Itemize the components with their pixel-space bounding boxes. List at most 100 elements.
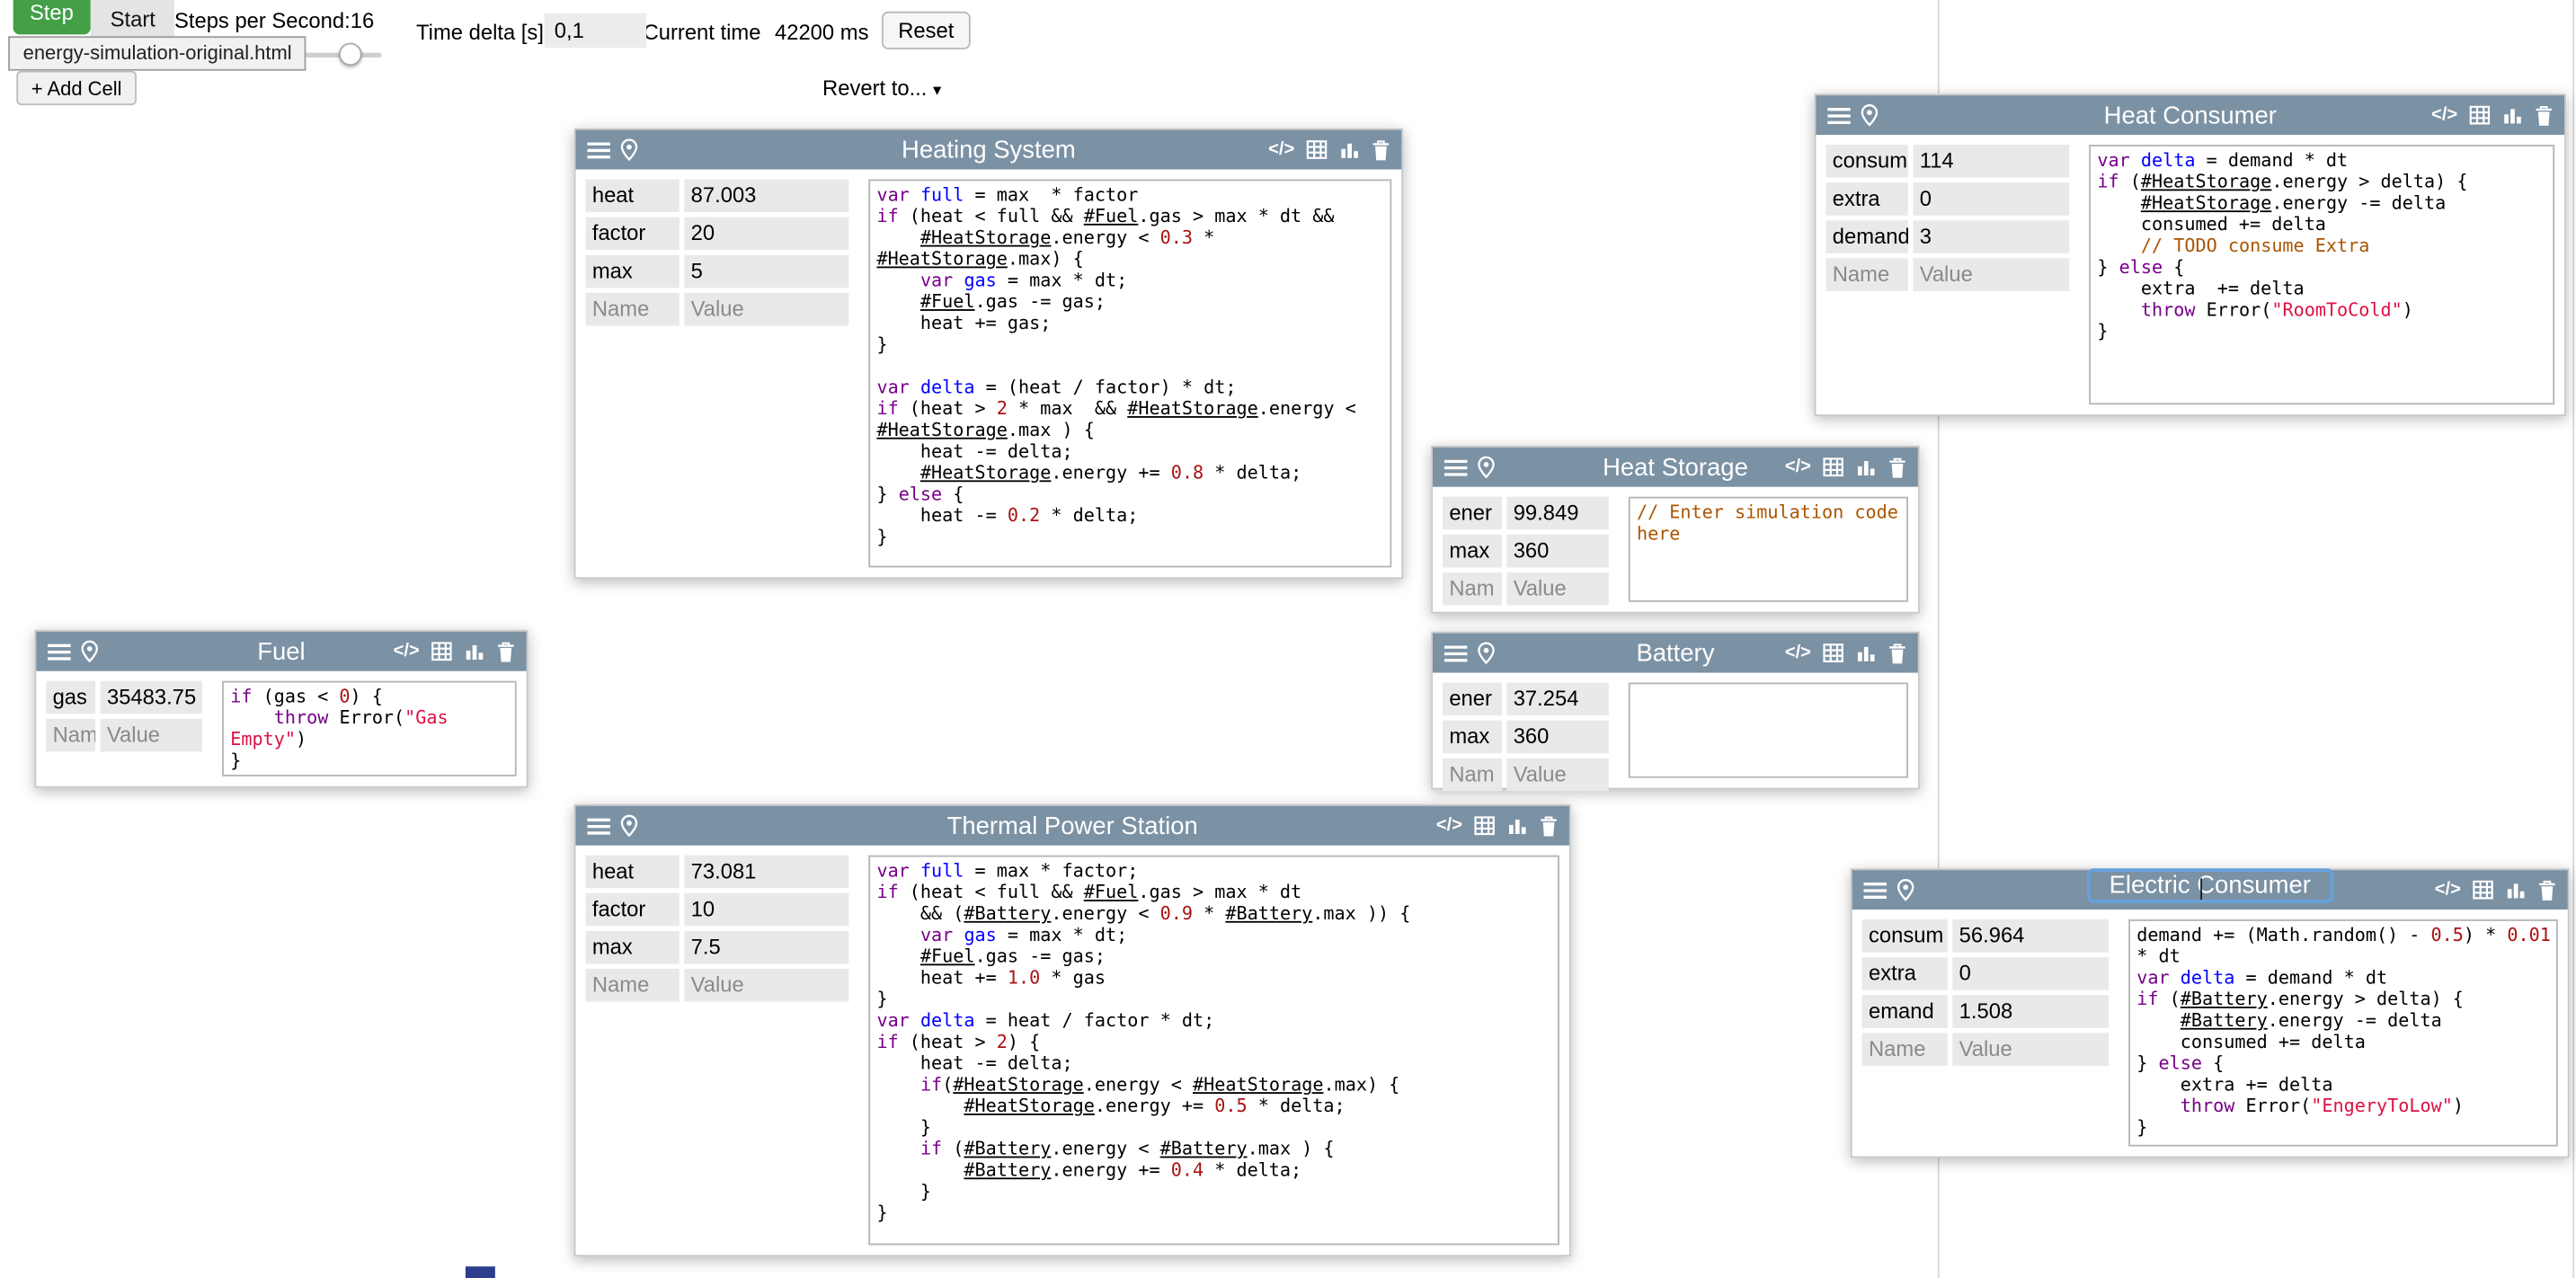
code-editor[interactable]: if (gas < 0) { throw Error("GasEmpty")} [222,681,517,777]
reset-button[interactable]: Reset [882,12,971,49]
trash-icon[interactable] [1372,139,1390,161]
field-value-input[interactable]: Value [1913,258,2069,291]
field-value-input[interactable]: 73.081 [684,856,848,889]
table-icon[interactable] [2473,880,2494,900]
pin-icon[interactable] [1896,878,1914,901]
chart-icon[interactable] [1506,816,1528,836]
field-name-input[interactable]: extra [1862,957,1948,990]
field-value-input[interactable]: 20 [684,217,848,251]
trash-icon[interactable] [1888,643,1906,664]
field-name-input[interactable]: Name [1825,258,1908,291]
field-name-input[interactable]: gas [46,681,95,714]
field-value-input[interactable]: 3 [1913,220,2069,253]
trash-icon[interactable] [2535,104,2553,126]
field-name-input[interactable]: Nam [1443,572,1502,606]
field-value-input[interactable]: Value [684,293,848,326]
card-title[interactable]: Heating System [902,136,1076,164]
field-name-input[interactable]: ener [1443,682,1502,715]
field-value-input[interactable]: 10 [684,893,848,927]
start-button[interactable]: Start [91,0,175,41]
pin-icon[interactable] [1861,103,1879,127]
menu-icon[interactable] [587,140,610,158]
field-name-input[interactable]: ener [1443,497,1502,530]
field-name-input[interactable]: extra [1825,182,1908,216]
card-header-drag-handle[interactable]: Electric Consumer</> [1852,870,2568,910]
card-title[interactable]: Battery [1636,639,1714,667]
menu-icon[interactable] [587,817,610,835]
field-name-input[interactable]: emand [1862,995,1948,1028]
revert-dropdown[interactable]: Revert to... ▾ [822,75,941,100]
pin-icon[interactable] [620,814,638,838]
menu-icon[interactable] [1444,458,1468,476]
field-name-input[interactable]: heat [586,856,680,889]
code-editor[interactable] [1629,682,1908,777]
field-name-input[interactable]: max [1443,721,1502,754]
field-value-input[interactable]: 87.003 [684,179,848,212]
card-title[interactable]: Thermal Power Station [947,812,1198,839]
field-value-input[interactable]: Value [1506,572,1608,606]
field-name-input[interactable]: Nam [1443,759,1502,792]
field-name-input[interactable]: Name [586,293,680,326]
step-button[interactable]: Step [13,0,91,34]
chart-icon[interactable] [464,642,485,661]
field-name-input[interactable]: max [586,255,680,288]
menu-icon[interactable] [48,643,71,661]
time-delta-input[interactable] [545,13,646,48]
pin-icon[interactable] [1477,456,1495,479]
trash-icon[interactable] [497,641,515,662]
field-name-input[interactable]: max [586,931,680,964]
field-value-input[interactable]: 35483.75 [101,681,202,714]
field-value-input[interactable]: 56.964 [1952,919,2109,953]
field-name-input[interactable]: Name [1862,1033,1948,1066]
code-editor[interactable]: // Enter simulation codehere [1629,497,1908,602]
field-value-input[interactable]: Value [1506,759,1608,792]
add-cell-button[interactable]: + Add Cell [16,71,137,105]
table-icon[interactable] [2469,105,2491,125]
chart-icon[interactable] [2505,880,2527,900]
trash-icon[interactable] [1888,457,1906,478]
card-title[interactable]: Fuel [257,637,305,665]
table-icon[interactable] [431,642,452,661]
field-value-input[interactable]: 0 [1913,182,2069,216]
card-header-drag-handle[interactable]: Heat Consumer</> [1816,95,2564,135]
menu-icon[interactable] [1444,643,1468,661]
code-icon[interactable]: </> [1785,458,1811,476]
field-name-input[interactable]: consum [1825,145,1908,178]
trash-icon[interactable] [1540,815,1558,837]
field-name-input[interactable]: consum [1862,919,1948,953]
code-icon[interactable]: </> [2431,106,2457,124]
code-icon[interactable]: </> [1436,817,1462,835]
trash-icon[interactable] [2538,879,2556,901]
code-editor[interactable]: var full = max * factorif (heat < full &… [868,179,1391,567]
field-name-input[interactable]: factor [586,217,680,251]
code-editor[interactable]: demand += (Math.random() - 0.5) * 0.01* … [2128,919,2558,1147]
field-value-input[interactable]: Value [1952,1033,2109,1066]
code-icon[interactable]: </> [2435,881,2461,899]
pin-icon[interactable] [620,138,638,162]
field-value-input[interactable]: 99.849 [1506,497,1608,530]
slider-thumb[interactable] [339,43,362,67]
code-editor[interactable]: var delta = demand * dtif (#HeatStorage.… [2089,145,2554,404]
code-icon[interactable]: </> [394,643,420,661]
field-value-input[interactable]: 7.5 [684,931,848,964]
card-title[interactable]: Heat Storage [1603,453,1748,481]
field-value-input[interactable]: 5 [684,255,848,288]
field-value-input[interactable]: 1.508 [1952,995,2109,1028]
chart-icon[interactable] [1339,140,1361,160]
table-icon[interactable] [1823,643,1844,663]
code-icon[interactable]: </> [1268,140,1294,158]
field-value-input[interactable]: 360 [1506,535,1608,568]
field-value-input[interactable]: 37.254 [1506,682,1608,715]
table-icon[interactable] [1823,457,1844,477]
card-header-drag-handle[interactable]: Battery </> [1433,634,1918,673]
field-name-input[interactable]: heat [586,179,680,212]
table-icon[interactable] [1306,140,1328,160]
field-name-input[interactable]: factor [586,893,680,927]
code-icon[interactable]: </> [1785,643,1811,661]
menu-icon[interactable] [1864,881,1888,899]
card-header-drag-handle[interactable]: Thermal Power Station </> [576,806,1569,846]
field-name-input[interactable]: Name [586,969,680,1002]
menu-icon[interactable] [1827,106,1851,124]
chart-icon[interactable] [2502,105,2524,125]
field-value-input[interactable]: Value [684,969,848,1002]
